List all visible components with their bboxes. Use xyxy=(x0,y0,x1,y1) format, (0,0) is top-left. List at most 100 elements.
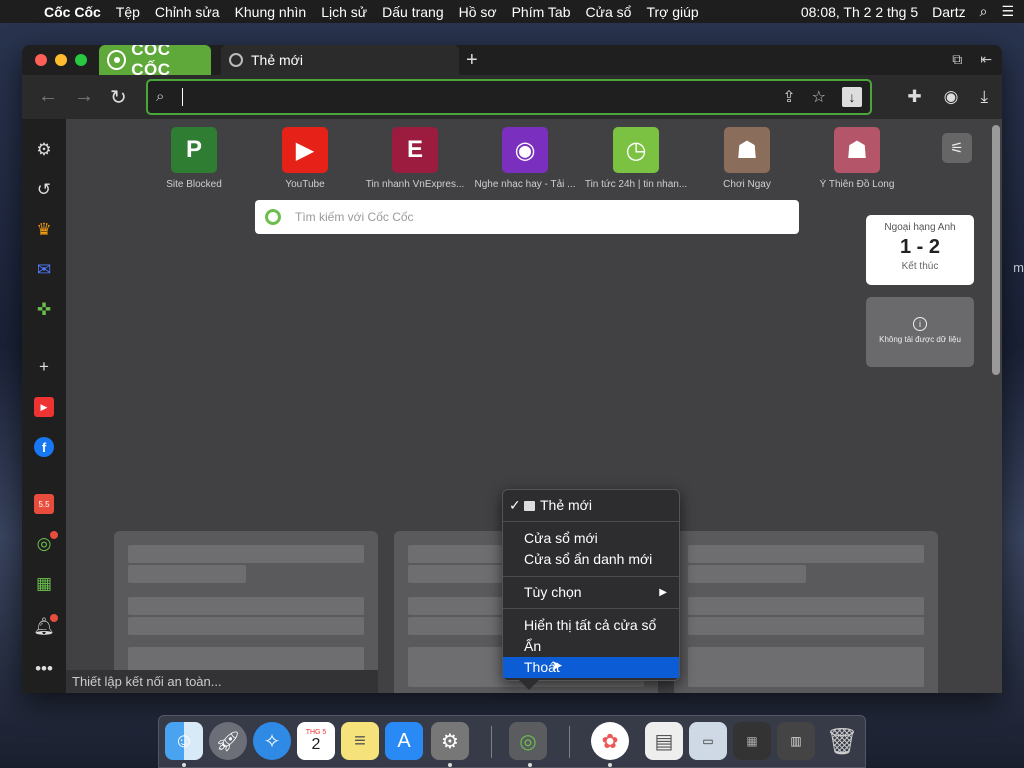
match-status: Kết thúc xyxy=(901,261,939,272)
launchpad-icon[interactable]: 🚀︎ xyxy=(209,722,247,760)
menu-item-hide[interactable]: Ẩn xyxy=(503,636,679,657)
reading-list-icon[interactable]: ▦ xyxy=(34,574,54,594)
menu-window[interactable]: Cửa sổ xyxy=(585,4,631,20)
app-store-icon[interactable]: A xyxy=(385,722,423,760)
extensions-icon[interactable]: ✚ xyxy=(907,87,921,107)
spotlight-search-icon[interactable]: ⌕ xyxy=(980,3,988,20)
menu-separator xyxy=(503,576,679,577)
menu-app-name[interactable]: Cốc Cốc xyxy=(44,4,101,20)
error-widget[interactable]: i Không tải được dữ liệu xyxy=(866,297,974,367)
control-center-icon[interactable]: ☰ xyxy=(1001,3,1014,20)
skeleton-line xyxy=(128,565,246,583)
bell-badge-dot xyxy=(50,614,58,622)
calendar-month: THG 5 xyxy=(305,728,327,736)
add-sidebar-app-icon[interactable]: + xyxy=(34,357,54,377)
menu-item-new-incognito-window[interactable]: Cửa sổ ẩn danh mới xyxy=(503,549,679,570)
address-bar[interactable]: ⌕ ⇪ ☆ ↓ xyxy=(146,79,872,115)
submenu-arrow-icon: ▶ xyxy=(659,587,667,598)
shortcut-choi-ngay[interactable]: ☗ Chơi Ngay xyxy=(692,127,802,190)
reload-button[interactable]: ↻ xyxy=(110,85,127,110)
notes-icon[interactable]: ≡ xyxy=(341,722,379,760)
menu-bookmarks[interactable]: Dấu trang xyxy=(382,4,443,20)
sidebar-toggle-icon[interactable]: ⇤ xyxy=(980,51,992,68)
menu-separator xyxy=(503,521,679,522)
menu-item-show-all-windows[interactable]: Hiển thị tất cả cửa sổ xyxy=(503,615,679,636)
vnexpress-logo-icon: E xyxy=(392,127,438,173)
football-score-widget[interactable]: Ngoại hạng Anh 1 - 2 Kết thúc xyxy=(866,215,974,285)
facebook-icon[interactable]: f xyxy=(34,437,54,457)
menu-view[interactable]: Khung nhìn xyxy=(235,4,307,20)
menubar-user[interactable]: Dartz xyxy=(932,4,965,20)
coccoc-brand-tab[interactable]: CỐC CỐC xyxy=(99,45,211,79)
menu-tab[interactable]: Phím Tab xyxy=(512,4,571,20)
match-score: 1 - 2 xyxy=(899,236,941,258)
menu-help[interactable]: Trợ giúp xyxy=(646,4,698,20)
safari-icon[interactable]: ✧ xyxy=(253,722,291,760)
preview-icon[interactable]: ▤ xyxy=(645,722,683,760)
photos-icon[interactable]: ✿ xyxy=(591,722,629,760)
bookmark-star-icon[interactable]: ☆ xyxy=(812,87,826,107)
menu-edit[interactable]: Chỉnh sửa xyxy=(155,4,220,20)
screenshot-thumbnail-icon[interactable]: ▭ xyxy=(689,722,727,760)
savior-download-icon[interactable]: ↓ xyxy=(842,87,862,107)
shortcut-y-thien-do-long[interactable]: ☗ Ỷ Thiên Đồ Long xyxy=(802,127,912,190)
context-menu-pointer xyxy=(519,680,539,690)
page-scrollbar[interactable] xyxy=(992,125,1000,375)
profile-icon[interactable]: ◉ xyxy=(944,87,959,107)
shortcut-music[interactable]: ◉ Nghe nhạc hay - Tải ... xyxy=(470,127,580,190)
calendar-day: 2 xyxy=(311,735,321,753)
share-icon[interactable]: ⇪ xyxy=(782,87,795,107)
shopping-icon[interactable]: 5.5 xyxy=(34,494,54,514)
shortcut-label: Site Blocked xyxy=(166,179,222,190)
skeleton-line xyxy=(128,597,364,615)
news-card-placeholder xyxy=(114,531,378,693)
shortcut-site-blocked[interactable]: P Site Blocked xyxy=(139,127,249,190)
screenshot-thumbnail-icon[interactable]: ▦ xyxy=(733,722,771,760)
gamepad-icon[interactable]: ✜ xyxy=(34,300,54,320)
zoom-window-button[interactable] xyxy=(75,54,87,66)
menu-history[interactable]: Lịch sử xyxy=(321,4,367,20)
menu-file[interactable]: Tệp xyxy=(116,4,140,20)
coccoc-app-icon[interactable]: ◎ xyxy=(509,722,547,760)
shortcut-news24h[interactable]: ◷ Tin tức 24h | tin nhan... xyxy=(581,127,691,190)
crown-icon[interactable]: ♛ xyxy=(34,220,54,240)
customize-page-icon[interactable]: ⚟ xyxy=(942,133,972,163)
shortcut-vnexpress[interactable]: E Tin nhanh VnExpres... xyxy=(360,127,470,190)
shortcut-youtube[interactable]: ▶ YouTube xyxy=(250,127,360,190)
running-indicator xyxy=(608,763,612,767)
forward-button[interactable]: → xyxy=(74,85,94,108)
menu-item-options[interactable]: Tùy chọn ▶ xyxy=(503,582,679,603)
news24h-logo-icon: ◷ xyxy=(613,127,659,173)
desktop-fragment: m xyxy=(1013,260,1024,275)
settings-gear-icon[interactable]: ⚙ xyxy=(34,140,54,160)
calendar-icon[interactable]: THG 5 2 xyxy=(297,722,335,760)
tab-search-icon[interactable]: ⧉ xyxy=(952,51,962,68)
menubar-clock[interactable]: 08:08, Th 2 2 thg 5 xyxy=(801,4,918,20)
close-window-button[interactable] xyxy=(35,54,47,66)
running-indicator xyxy=(182,763,186,767)
downloads-icon[interactable]: ⤓ xyxy=(980,87,988,107)
menu-item-quit[interactable]: Thoát xyxy=(503,657,679,678)
new-tab-button[interactable]: + xyxy=(466,49,478,72)
game-avatar-icon: ☗ xyxy=(834,127,880,173)
tab-new-tab[interactable]: Thẻ mới xyxy=(221,45,459,75)
screenshot-thumbnail-icon[interactable]: ▥ xyxy=(777,722,815,760)
skeleton-line xyxy=(688,617,924,635)
menu-profiles[interactable]: Hồ sơ xyxy=(459,4,497,20)
youtube-icon[interactable]: ▶ xyxy=(34,397,54,417)
tab-favicon-icon xyxy=(229,53,243,67)
status-bar: Thiết lập kết nối an toàn... xyxy=(66,670,378,693)
menu-item-new-window[interactable]: Cửa sổ mới xyxy=(503,528,679,549)
back-button[interactable]: ← xyxy=(38,85,58,108)
messenger-icon[interactable]: ✉ xyxy=(34,260,54,280)
notification-dot xyxy=(50,531,58,539)
more-icon[interactable]: ••• xyxy=(34,659,54,679)
minimize-window-button[interactable] xyxy=(55,54,67,66)
finder-icon[interactable]: ☺ xyxy=(165,722,203,760)
menu-item-current-window[interactable]: ✓ Thẻ mới xyxy=(503,495,679,516)
trash-icon[interactable]: 🗑︎ xyxy=(823,722,861,760)
shortcut-label: Chơi Ngay xyxy=(723,179,771,190)
history-icon[interactable]: ↺ xyxy=(34,180,54,200)
system-preferences-gear-icon[interactable]: ⚙ xyxy=(431,722,469,760)
coccoc-search-box[interactable]: Tìm kiếm với Cốc Cốc xyxy=(255,200,799,234)
